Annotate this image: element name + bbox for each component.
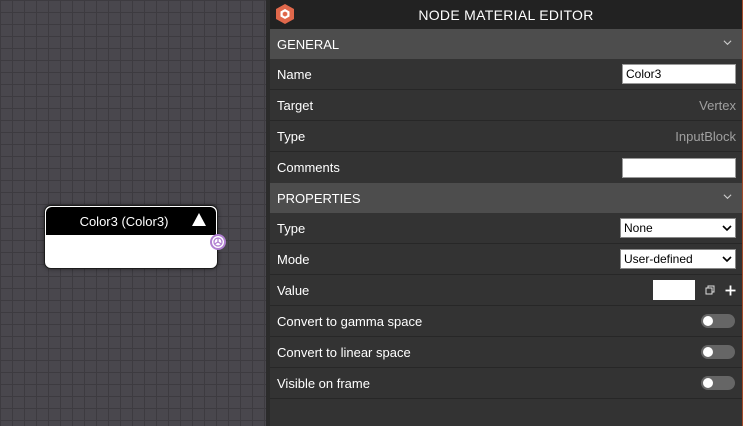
properties-section-header[interactable]: PROPERTIES bbox=[270, 183, 742, 213]
copy-icon[interactable] bbox=[705, 285, 715, 295]
port-symbol-icon bbox=[213, 237, 223, 247]
dropdown-arrow-icon bbox=[722, 225, 732, 232]
gamma-label: Convert to gamma space bbox=[277, 313, 423, 329]
color-swatch[interactable] bbox=[653, 280, 695, 300]
node-title: Color3 (Color3) bbox=[79, 213, 169, 229]
visible-label: Visible on frame bbox=[277, 375, 370, 391]
mode-label: Mode bbox=[277, 251, 310, 267]
value-row: Value bbox=[270, 275, 742, 306]
dropdown-arrow-icon bbox=[722, 256, 732, 263]
output-port-icon[interactable] bbox=[210, 234, 226, 250]
toggle-knob bbox=[703, 378, 713, 388]
chevron-down-icon[interactable] bbox=[723, 38, 732, 47]
property-type-selected: None bbox=[624, 221, 653, 235]
name-input[interactable] bbox=[622, 64, 736, 84]
property-panel: NODE MATERIAL EDITOR GENERAL Name Target… bbox=[270, 0, 743, 426]
type-value: InputBlock bbox=[675, 128, 736, 144]
target-label: Target bbox=[277, 97, 314, 113]
gamma-toggle[interactable] bbox=[701, 314, 735, 328]
general-section-title: GENERAL bbox=[277, 36, 340, 52]
comments-input[interactable] bbox=[622, 157, 736, 178]
value-controls bbox=[653, 280, 736, 300]
name-row: Name bbox=[270, 59, 742, 90]
gamma-row: Convert to gamma space bbox=[270, 306, 742, 337]
plus-icon[interactable] bbox=[725, 285, 736, 296]
linear-toggle[interactable] bbox=[701, 345, 735, 359]
property-type-label: Type bbox=[277, 220, 306, 236]
collapse-triangle-icon[interactable] bbox=[192, 213, 206, 226]
chevron-down-icon[interactable] bbox=[723, 192, 732, 201]
comments-label: Comments bbox=[277, 160, 340, 175]
target-value: Vertex bbox=[699, 97, 736, 113]
color3-node[interactable]: Color3 (Color3) bbox=[44, 205, 226, 269]
linear-label: Convert to linear space bbox=[277, 344, 411, 360]
type-label: Type bbox=[277, 128, 306, 144]
babylon-logo-icon bbox=[276, 4, 294, 24]
value-label: Value bbox=[277, 282, 310, 298]
panel-title: NODE MATERIAL EDITOR bbox=[418, 6, 594, 23]
property-type-row: Type None bbox=[270, 213, 742, 244]
properties-section-title: PROPERTIES bbox=[277, 190, 361, 206]
toggle-knob bbox=[703, 316, 713, 326]
general-section-header[interactable]: GENERAL bbox=[270, 29, 742, 59]
mode-row: Mode User-defined bbox=[270, 244, 742, 275]
toggle-knob bbox=[703, 347, 713, 357]
visible-row: Visible on frame bbox=[270, 368, 742, 399]
graph-canvas[interactable]: Color3 (Color3) bbox=[0, 0, 266, 426]
target-row: Target Vertex bbox=[270, 90, 742, 121]
name-label: Name bbox=[277, 66, 312, 82]
type-row: Type InputBlock bbox=[270, 121, 742, 152]
comments-row: Comments bbox=[270, 152, 742, 183]
mode-select[interactable]: User-defined bbox=[620, 249, 736, 269]
property-type-select[interactable]: None bbox=[620, 218, 736, 238]
node-header[interactable]: Color3 (Color3) bbox=[46, 207, 216, 235]
panel-header: NODE MATERIAL EDITOR bbox=[270, 0, 742, 29]
visible-toggle[interactable] bbox=[701, 376, 735, 390]
mode-selected: User-defined bbox=[624, 252, 693, 266]
linear-row: Convert to linear space bbox=[270, 337, 742, 368]
